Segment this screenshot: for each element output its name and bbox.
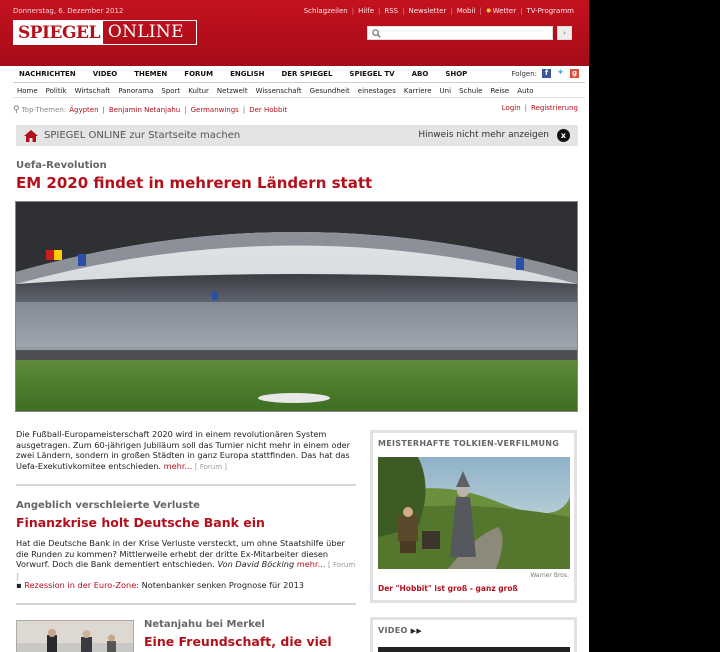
related-text[interactable]: Notenbanker senken Prognose für 2013 — [142, 580, 304, 590]
subnav-karriere[interactable]: Karriere — [400, 87, 436, 95]
close-icon[interactable]: x — [557, 129, 570, 142]
article2-teaser: Hat die Deutsche Bank in der Krise Verlu… — [16, 538, 357, 582]
video-title-text: VIDEO — [378, 626, 408, 635]
google-plus-icon[interactable]: g — [570, 69, 579, 78]
top-link-tv-programm[interactable]: TV-Programm — [526, 7, 574, 15]
nav-forum[interactable]: FORUM — [178, 70, 213, 78]
logo-spiegel: SPIEGEL — [14, 21, 103, 44]
subnav-reise[interactable]: Reise — [486, 87, 513, 95]
subnav-einestages[interactable]: einestages — [354, 87, 400, 95]
nav-nachrichten[interactable]: NACHRICHTEN — [13, 70, 76, 78]
startpage-hint-bar: SPIEGEL ONLINE zur Startseite machen Hin… — [16, 125, 578, 146]
article2-teaser-text: Hat die Deutsche Bank in der Krise Verlu… — [16, 538, 345, 569]
main-nav: NACHRICHTEN VIDEO THEMEN FORUM ENGLISH D… — [13, 66, 585, 83]
related-link[interactable]: Rezession in der Euro-Zone: — [24, 580, 139, 590]
play-arrows-icon: ▶▶ — [410, 627, 423, 635]
lead-more-link[interactable]: mehr... — [164, 461, 193, 471]
date-text: Donnerstag, 6. Dezember 2012 — [13, 7, 124, 15]
subnav-gesundheit[interactable]: Gesundheit — [306, 87, 354, 95]
sub-nav: Home Politik Wirtschaft Panorama Sport K… — [13, 84, 585, 98]
article3-kicker: Netanjahu bei Merkel — [144, 619, 265, 630]
search-box — [367, 26, 553, 40]
top-link-schlagzeilen[interactable]: Schlagzeilen — [304, 7, 348, 15]
video-thumbnail[interactable] — [378, 647, 570, 652]
photo-credit: Warner Bros. — [530, 572, 569, 579]
facebook-icon[interactable]: f — [542, 69, 551, 78]
tolkien-box-title: MEISTERHAFTE TOLKIEN-VERFILMUNG — [378, 439, 560, 448]
subnav-schule[interactable]: Schule — [455, 87, 486, 95]
video-box-title[interactable]: VIDEO ▶▶ — [378, 626, 422, 635]
hint-dismiss-link[interactable]: Hinweis nicht mehr anzeigen — [418, 130, 549, 140]
weather-icon: ✹ — [485, 7, 492, 15]
article2-headline[interactable]: Finanzkrise holt Deutsche Bank ein — [16, 515, 265, 530]
tolkien-teaser-box: MEISTERHAFTE TOLKIEN-VERFILMUNG Warner B… — [370, 430, 577, 603]
search-button[interactable]: › — [557, 26, 572, 40]
bullet-icon: ▪ — [16, 580, 22, 590]
header-bar: Donnerstag, 6. Dezember 2012 Schlagzeile… — [0, 0, 589, 66]
article2-more-link[interactable]: mehr... — [297, 559, 326, 569]
nav-abo[interactable]: ABO — [406, 70, 429, 78]
subnav-kultur[interactable]: Kultur — [184, 87, 213, 95]
top-thema-netanjahu[interactable]: Benjamin Netanjahu — [109, 106, 180, 114]
subnav-wirtschaft[interactable]: Wirtschaft — [71, 87, 115, 95]
subnav-home[interactable]: Home — [13, 87, 42, 95]
video-box: VIDEO ▶▶ — [370, 617, 577, 652]
article2-author: Von David Böcking — [217, 559, 295, 569]
divider — [16, 603, 356, 605]
top-link-rss[interactable]: RSS — [384, 7, 398, 15]
subnav-panorama[interactable]: Panorama — [114, 87, 157, 95]
nav-der-spiegel[interactable]: DER SPIEGEL — [275, 70, 332, 78]
startpage-hint-link[interactable]: SPIEGEL ONLINE zur Startseite machen — [44, 130, 240, 141]
subnav-auto[interactable]: Auto — [513, 87, 537, 95]
related-link-row: ▪ Rezession in der Euro-Zone: Notenbanke… — [16, 580, 304, 590]
top-themen-label: Top-Themen: — [21, 106, 67, 114]
logo-online: ONLINE — [107, 22, 184, 42]
nav-english[interactable]: ENGLISH — [224, 70, 264, 78]
hobbit-photo[interactable] — [378, 457, 570, 569]
subnav-wissenschaft[interactable]: Wissenschaft — [252, 87, 306, 95]
subnav-netzwelt[interactable]: Netzwelt — [213, 87, 252, 95]
pin-icon: ⚲ — [13, 105, 20, 115]
top-thema-hobbit[interactable]: Der Hobbit — [249, 106, 287, 114]
top-link-wetter[interactable]: Wetter — [493, 7, 517, 15]
search-input[interactable] — [368, 27, 552, 39]
home-icon — [24, 129, 38, 142]
lead-teaser: Die Fußball-Europameisterschaft 2020 wir… — [16, 429, 357, 472]
account-links: Login | Registrierung — [501, 104, 578, 112]
divider — [16, 484, 356, 486]
article2-kicker: Angeblich verschleierte Verluste — [16, 500, 200, 511]
article3-headline[interactable]: Eine Freundschaft, die viel — [144, 634, 332, 649]
subnav-uni[interactable]: Uni — [436, 87, 456, 95]
subnav-sport[interactable]: Sport — [157, 87, 184, 95]
top-link-hilfe[interactable]: Hilfe — [358, 7, 374, 15]
search-icon — [372, 29, 381, 38]
page: Donnerstag, 6. Dezember 2012 Schlagzeile… — [0, 0, 589, 652]
article3-thumbnail[interactable] — [16, 620, 134, 652]
stadium-photo[interactable] — [15, 201, 578, 412]
tolkien-caption-link[interactable]: Der "Hobbit" ist groß - ganz groß — [378, 584, 518, 593]
lead-kicker: Uefa-Revolution — [16, 160, 107, 171]
subnav-politik[interactable]: Politik — [42, 87, 71, 95]
twitter-icon[interactable]: ✦ — [556, 69, 565, 78]
top-themen-bar: ⚲ Top-Themen: Ägypten | Benjamin Netanjah… — [13, 104, 578, 115]
top-thema-aegypten[interactable]: Ägypten — [69, 106, 98, 114]
lead-headline[interactable]: EM 2020 findet in mehreren Ländern statt — [16, 174, 372, 192]
top-links: Schlagzeilen | Hilfe | RSS | Newsletter | Mo… — [303, 7, 574, 15]
register-link[interactable]: Registrierung — [531, 104, 578, 112]
spiegel-online-logo[interactable]: SPIEGEL ONLINE — [13, 20, 197, 45]
nav-video[interactable]: VIDEO — [87, 70, 118, 78]
lead-forum-link[interactable]: [ Forum ] — [195, 463, 227, 471]
nav-spiegel-tv[interactable]: SPIEGEL TV — [343, 70, 394, 78]
nav-themen[interactable]: THEMEN — [128, 70, 167, 78]
top-link-mobil[interactable]: Mobil — [457, 7, 476, 15]
top-thema-germanwings[interactable]: Germanwings — [191, 106, 239, 114]
follow-links: Folgen: f ✦ g — [511, 69, 579, 78]
nav-shop[interactable]: SHOP — [439, 70, 467, 78]
follow-label: Folgen: — [511, 69, 537, 78]
top-link-newsletter[interactable]: Newsletter — [409, 7, 447, 15]
login-link[interactable]: Login — [502, 104, 521, 112]
